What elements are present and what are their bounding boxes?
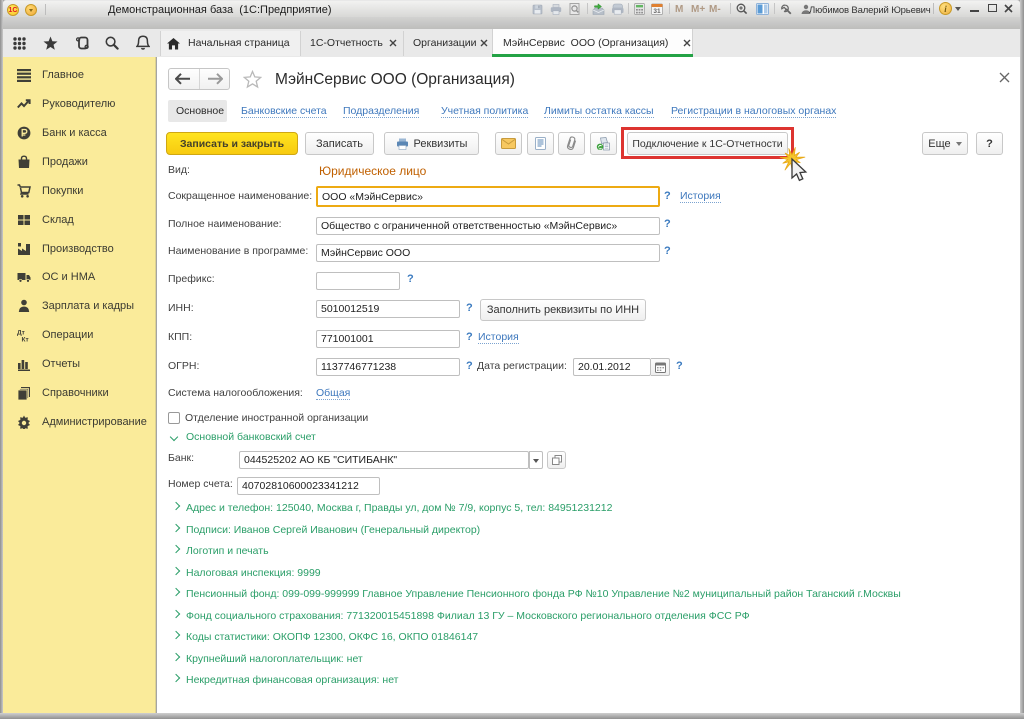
svg-text:Дт: Дт bbox=[17, 330, 25, 337]
svg-text:Кт: Кт bbox=[22, 337, 29, 343]
svg-text:31: 31 bbox=[653, 8, 661, 15]
